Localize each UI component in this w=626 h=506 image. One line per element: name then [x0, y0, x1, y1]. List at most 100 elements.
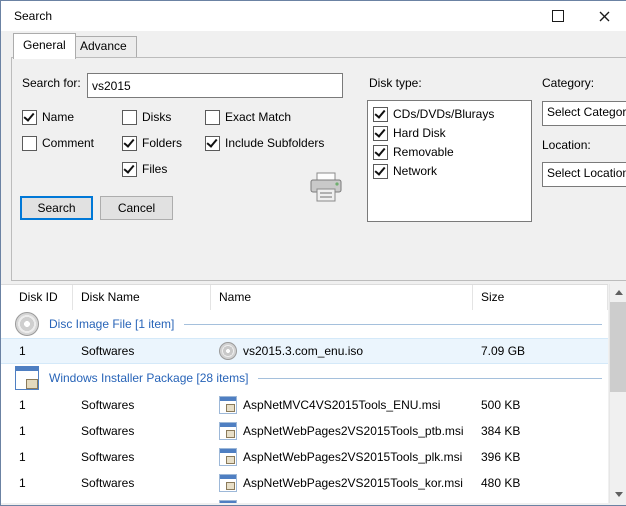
checkbox-disks[interactable]: Disks	[122, 109, 171, 125]
disk-type-network-box[interactable]	[373, 163, 388, 179]
checkbox-folders[interactable]: Folders	[122, 135, 182, 151]
file-name: AspNetMVC4VS2015Tools_ENU.msi	[243, 398, 441, 412]
checkbox-name-label: Name	[42, 110, 75, 124]
checkbox-include-subfolders-label: Include Subfolders	[225, 136, 325, 150]
close-icon	[599, 11, 609, 21]
cell-disk-id: 1	[19, 424, 26, 438]
disk-type-cds[interactable]: CDs/DVDs/Blurays	[373, 106, 531, 122]
cell-size: 470 KB	[473, 502, 608, 503]
results-group-header[interactable]: Windows Installer Package [28 items]	[1, 364, 608, 392]
tab-advance[interactable]: Advance	[70, 36, 137, 59]
disk-type-network[interactable]: Network	[373, 163, 531, 179]
general-tab-panel: Search for: Disk type: Category: Name Di…	[11, 57, 626, 281]
search-button[interactable]: Search	[20, 196, 93, 220]
checkbox-include-subfolders[interactable]: Include Subfolders	[205, 135, 324, 151]
location-select[interactable]: Select Location	[542, 162, 626, 187]
table-row[interactable]: 1 Softwares AspNetWebPages2VS2015Tools_p…	[1, 418, 608, 444]
file-icon	[219, 474, 237, 492]
group-divider-line	[184, 323, 602, 325]
table-row[interactable]: 1 Softwares AspNetWebPages2VS2015Tools_p…	[1, 444, 608, 470]
column-disk-name[interactable]: Disk Name	[73, 285, 211, 311]
cell-name: AspNetWebPages2VS2015Tools_...	[211, 500, 473, 503]
column-size[interactable]: Size	[473, 285, 608, 311]
checkbox-files[interactable]: Files	[122, 161, 167, 177]
table-row[interactable]: 1 Softwares AspNetMVC4VS2015Tools_ENU.ms…	[1, 392, 608, 418]
cell-name: vs2015.3.com_enu.iso	[211, 342, 473, 360]
checkbox-comment-label: Comment	[42, 136, 95, 150]
window-title: Search	[14, 9, 53, 23]
cell-size: 7.09 GB	[481, 344, 526, 358]
close-button[interactable]	[581, 1, 626, 31]
file-name: AspNetWebPages2VS2015Tools_ptb.msi	[243, 424, 464, 438]
cancel-button[interactable]: Cancel	[100, 196, 173, 220]
checkbox-exact-match-label: Exact Match	[225, 110, 292, 124]
cell-disk-name: Softwares	[81, 344, 135, 358]
category-select[interactable]: Select Category	[542, 101, 626, 126]
results-header: Disk ID Disk Name Name Size	[1, 284, 608, 312]
cell-name: AspNetMVC4VS2015Tools_ENU.msi	[211, 396, 473, 414]
column-name[interactable]: Name	[211, 285, 473, 311]
disk-type-removable[interactable]: Removable	[373, 144, 531, 160]
file-icon	[219, 342, 237, 360]
checkbox-exact-match-box[interactable]	[205, 109, 220, 125]
titlebar[interactable]: Search	[1, 1, 626, 31]
disk-type-hard-disk-label: Hard Disk	[393, 126, 446, 140]
checkbox-comment[interactable]: Comment	[22, 135, 94, 151]
cell-disk-id: 1	[19, 476, 26, 490]
table-row[interactable]: 1 Softwares AspNetWebPages2VS2015Tools_.…	[1, 496, 608, 503]
search-input[interactable]	[87, 73, 343, 98]
cell-disk-id: 1	[19, 344, 26, 358]
maximize-icon	[552, 10, 564, 22]
scroll-up-button[interactable]	[610, 284, 626, 301]
cell-size: 384 KB	[481, 424, 521, 438]
cell-disk-id: 1	[1, 502, 73, 503]
checkbox-folders-box[interactable]	[122, 135, 137, 151]
disk-type-hard-disk-box[interactable]	[373, 125, 388, 141]
checkbox-include-subfolders-box[interactable]	[205, 135, 220, 151]
tab-general[interactable]: General	[13, 33, 76, 59]
search-dialog: Search General Advance Search for: Disk …	[0, 0, 626, 506]
cell-disk-name: Softwares	[81, 450, 135, 464]
results-group-header[interactable]: Disc Image File [1 item]	[1, 310, 608, 338]
group-divider-line	[258, 377, 602, 379]
checkbox-name-box[interactable]	[22, 109, 37, 125]
search-for-label: Search for:	[22, 76, 81, 90]
checkbox-files-label: Files	[142, 162, 168, 176]
table-row[interactable]: 1 Softwares AspNetWebPages2VS2015Tools_k…	[1, 470, 608, 496]
disk-type-cds-label: CDs/DVDs/Blurays	[393, 107, 495, 121]
file-icon	[219, 422, 237, 440]
scroll-up-icon	[614, 290, 623, 295]
column-disk-id[interactable]: Disk ID	[1, 285, 73, 311]
cell-name: AspNetWebPages2VS2015Tools_kor.msi	[211, 474, 473, 492]
file-name: AspNetWebPages2VS2015Tools_...	[243, 502, 435, 503]
scroll-down-icon	[614, 492, 623, 497]
file-icon	[219, 448, 237, 466]
group-label: Windows Installer Package [28 items]	[49, 371, 249, 385]
file-name: AspNetWebPages2VS2015Tools_plk.msi	[243, 450, 463, 464]
printer-icon	[310, 172, 342, 202]
checkbox-exact-match[interactable]: Exact Match	[205, 109, 291, 125]
cell-name: AspNetWebPages2VS2015Tools_ptb.msi	[211, 422, 473, 440]
disk-type-removable-box[interactable]	[373, 144, 388, 160]
category-label: Category:	[542, 76, 595, 90]
checkbox-name[interactable]: Name	[22, 109, 74, 125]
table-row[interactable]: 1 Softwares vs2015.3.com_enu.iso 7.09 GB	[1, 338, 608, 364]
cell-size: 480 KB	[481, 476, 521, 490]
scrollbar-thumb[interactable]	[610, 302, 626, 392]
location-label: Location:	[542, 138, 591, 152]
cell-name: AspNetWebPages2VS2015Tools_plk.msi	[211, 448, 473, 466]
cell-disk-name: Softwares	[81, 398, 135, 412]
disk-type-hard-disk[interactable]: Hard Disk	[373, 125, 531, 141]
maximize-button[interactable]	[535, 1, 581, 31]
file-name: AspNetWebPages2VS2015Tools_kor.msi	[243, 476, 463, 490]
checkbox-disks-box[interactable]	[122, 109, 137, 125]
scroll-down-button[interactable]	[610, 486, 626, 503]
disk-type-cds-box[interactable]	[373, 106, 388, 122]
checkbox-comment-box[interactable]	[22, 135, 37, 151]
results-body: Disc Image File [1 item] 1 Softwares vs2…	[1, 310, 608, 503]
checkbox-files-box[interactable]	[122, 161, 137, 177]
file-name: vs2015.3.com_enu.iso	[243, 344, 364, 358]
cell-disk-id: 1	[19, 450, 26, 464]
cell-disk-name: Softwares	[81, 476, 135, 490]
vertical-scrollbar[interactable]	[609, 284, 626, 503]
